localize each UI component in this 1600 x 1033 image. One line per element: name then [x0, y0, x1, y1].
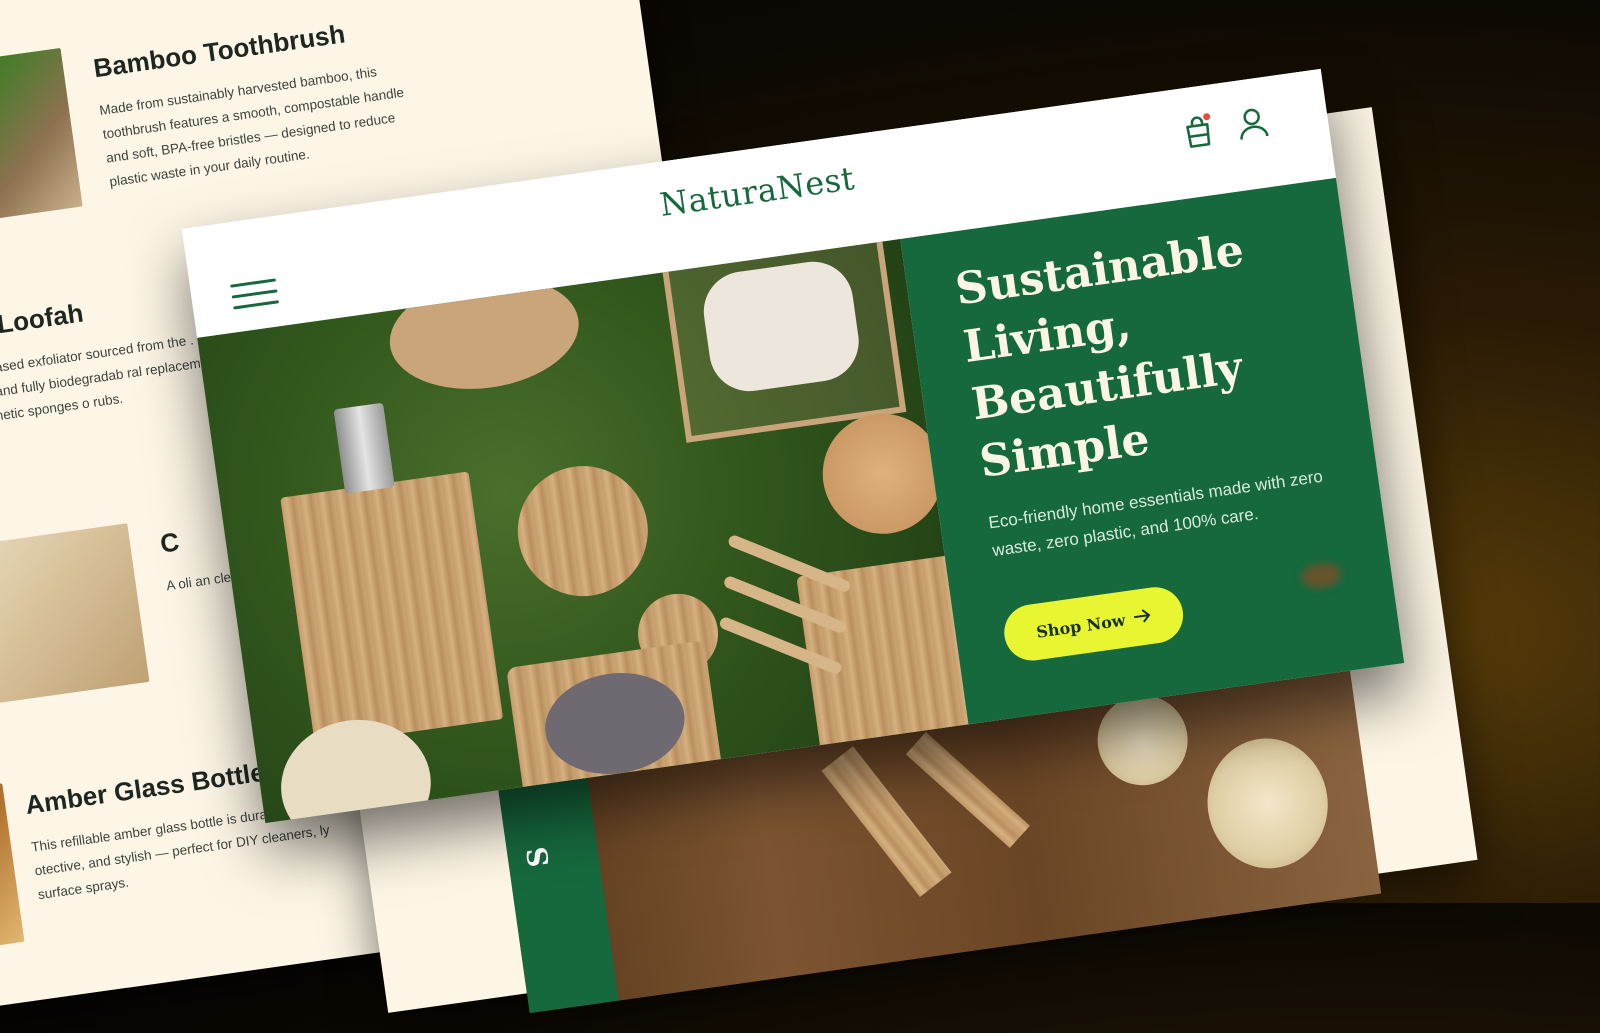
bamboo-lid — [509, 457, 657, 605]
hero-text-panel: Sustainable Living, Beautifully Simple E… — [900, 177, 1405, 725]
product-title: C — [158, 526, 182, 559]
product-image-amber-bottle — [0, 783, 25, 967]
arrow-right-icon — [1132, 606, 1152, 627]
loofah-slice — [1199, 730, 1337, 877]
dispenser-pump — [333, 402, 395, 494]
soap-bar — [698, 256, 864, 397]
product-title: ral Loofah — [0, 297, 86, 345]
section-vertical-label: S — [520, 844, 556, 870]
hero-image — [197, 239, 969, 824]
soap-dispenser — [280, 471, 504, 746]
shop-now-button[interactable]: Shop Now — [1000, 583, 1187, 665]
hero-heading: Sustainable Living, Beautifully Simple — [952, 212, 1341, 492]
toothbrush-holder — [796, 554, 969, 756]
shop-now-label: Shop Now — [1035, 610, 1127, 642]
product-image-bamboo-toothbrush — [0, 47, 83, 232]
wooden-brush — [905, 732, 1030, 848]
user-icon[interactable] — [1230, 100, 1275, 145]
product-image-soap — [0, 523, 150, 707]
scroll-indicator — [1299, 561, 1343, 591]
shopping-bag-icon[interactable] — [1175, 108, 1220, 153]
